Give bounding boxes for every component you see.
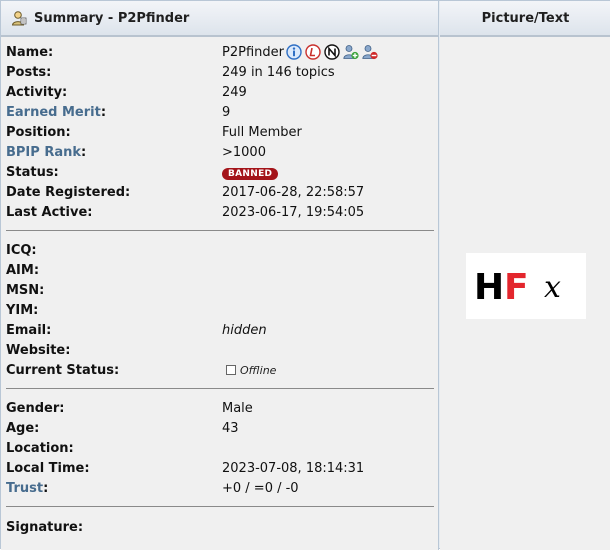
posts-value: 249 in 146 topics	[222, 65, 335, 80]
website-label: Website:	[6, 343, 71, 358]
bpip-colon: :	[81, 145, 87, 160]
divider	[6, 388, 434, 389]
location-row: Location:	[1, 441, 439, 461]
trust-row: Trust: +0 / =0 / -0	[1, 481, 439, 501]
merit-link[interactable]: Earned Merit	[6, 105, 101, 120]
bpip-value: >1000	[222, 145, 266, 160]
remove-friend-icon[interactable]	[362, 44, 378, 60]
posts-label: Posts:	[6, 65, 52, 80]
picture-title: Picture/Text	[481, 11, 570, 26]
signature-label: Signature:	[6, 520, 84, 535]
bpip-row: BPIP Rank: >1000	[1, 145, 439, 165]
avatar-letter-f: F	[504, 267, 529, 308]
posts-row: Posts: 249 in 146 topics	[1, 65, 439, 85]
offline-checkbox-icon	[226, 365, 236, 375]
signature-row: Signature:	[1, 520, 439, 540]
profile-action-icons	[286, 43, 378, 61]
merit-label-group: Earned Merit:	[6, 105, 106, 120]
gender-label: Gender:	[6, 401, 65, 416]
trust-label-group: Trust:	[6, 481, 48, 496]
user-icon	[11, 11, 27, 26]
newbie-icon[interactable]	[324, 44, 340, 60]
ignore-icon[interactable]	[305, 44, 321, 60]
email-row: Email: hidden	[1, 323, 439, 343]
summary-header: Summary - P2Pfinder	[1, 1, 439, 37]
avatar: H F x	[466, 253, 586, 319]
local-time-row: Local Time: 2023-07-08, 18:14:31	[1, 461, 439, 481]
position-label: Position:	[6, 125, 71, 140]
yim-label: YIM:	[6, 303, 39, 318]
activity-value: 249	[222, 85, 247, 100]
trust-link[interactable]: Trust	[6, 481, 43, 496]
age-label: Age:	[6, 421, 40, 436]
merit-value: 9	[222, 105, 231, 120]
aim-label: AIM:	[6, 263, 40, 278]
aim-row: AIM:	[1, 263, 439, 283]
activity-row: Activity: 249	[1, 85, 439, 105]
add-friend-icon[interactable]	[343, 44, 359, 60]
avatar-letter-x: x	[544, 270, 561, 305]
icq-label: ICQ:	[6, 243, 37, 258]
email-label: Email:	[6, 323, 52, 338]
gender-value: Male	[222, 401, 253, 416]
registered-row: Date Registered: 2017-06-28, 22:58:57	[1, 185, 439, 205]
registered-label: Date Registered:	[6, 185, 131, 200]
trust-value: +0 / =0 / -0	[222, 481, 299, 496]
picture-panel: H F x	[440, 37, 610, 550]
status-badge: BANNED	[222, 168, 279, 180]
age-row: Age: 43	[1, 421, 439, 441]
yim-row: YIM:	[1, 303, 439, 323]
location-label: Location:	[6, 441, 74, 456]
bpip-link[interactable]: BPIP Rank	[6, 145, 81, 160]
msn-label: MSN:	[6, 283, 45, 298]
merit-row: Earned Merit: 9	[1, 105, 439, 125]
divider	[6, 230, 434, 231]
status-label: Status:	[6, 165, 59, 180]
position-value: Full Member	[222, 125, 302, 140]
local-time-value: 2023-07-08, 18:14:31	[222, 461, 365, 476]
merit-colon: :	[100, 105, 107, 120]
profile-summary-panel: Summary - P2Pfinder Picture/Text Name: P…	[0, 0, 610, 550]
local-time-label: Local Time:	[6, 461, 90, 476]
last-active-value: 2023-06-17, 19:54:05	[222, 205, 365, 220]
name-label: Name:	[6, 45, 54, 60]
name-row: Name: P2Pfinder	[1, 43, 439, 65]
avatar-letter-h: H	[474, 267, 504, 308]
activity-label: Activity:	[6, 85, 68, 100]
status-row: Status: BANNED	[1, 165, 439, 185]
picture-header: Picture/Text	[440, 1, 610, 37]
current-status-label: Current Status:	[6, 363, 120, 378]
trust-colon: :	[43, 481, 49, 496]
current-status-row: Current Status: Offline	[1, 363, 439, 383]
avatar-image: H F x	[474, 267, 561, 308]
online-status-text: Offline	[240, 364, 277, 377]
msn-row: MSN:	[1, 283, 439, 303]
name-value: P2Pfinder	[222, 45, 284, 60]
registered-value: 2017-06-28, 22:58:57	[222, 185, 365, 200]
age-value: 43	[222, 421, 239, 436]
email-value: hidden	[222, 323, 267, 338]
divider	[6, 506, 434, 507]
last-active-label: Last Active:	[6, 205, 93, 220]
profile-details: Name: P2Pfinder Posts: 249 in 146 topics…	[1, 37, 439, 550]
online-status: Offline	[226, 364, 276, 377]
bpip-label-group: BPIP Rank:	[6, 145, 86, 160]
last-active-row: Last Active: 2023-06-17, 19:54:05	[1, 205, 439, 225]
position-row: Position: Full Member	[1, 125, 439, 145]
website-row: Website:	[1, 343, 439, 363]
info-icon[interactable]	[286, 44, 302, 60]
icq-row: ICQ:	[1, 243, 439, 263]
status-value-wrap: BANNED	[222, 165, 279, 180]
summary-title: Summary - P2Pfinder	[34, 11, 190, 26]
gender-row: Gender: Male	[1, 401, 439, 421]
